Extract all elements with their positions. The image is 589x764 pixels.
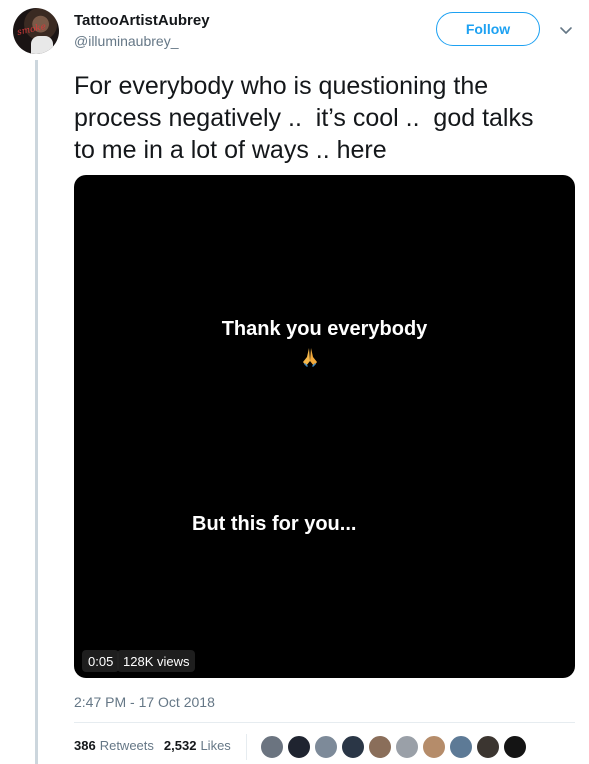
liker-avatar[interactable] bbox=[368, 735, 392, 759]
liker-avatar[interactable] bbox=[449, 735, 473, 759]
liker-avatar[interactable] bbox=[476, 735, 500, 759]
folded-hands-icon bbox=[303, 348, 317, 367]
tweet-timestamp[interactable]: 2:47 PM - 17 Oct 2018 bbox=[74, 694, 215, 710]
video-duration: 0:05 bbox=[82, 650, 120, 672]
liker-avatar[interactable] bbox=[395, 735, 419, 759]
author-handle[interactable]: @illuminaubrey_ bbox=[74, 33, 178, 49]
likers-avatars bbox=[260, 735, 530, 759]
liker-avatar[interactable] bbox=[503, 735, 527, 759]
liker-avatar[interactable] bbox=[260, 735, 284, 759]
divider bbox=[74, 722, 575, 723]
likes-label[interactable]: Likes bbox=[200, 738, 230, 753]
retweets-count[interactable]: 386 bbox=[74, 738, 96, 753]
author-avatar[interactable]: smoke bbox=[13, 8, 59, 54]
stats-separator bbox=[246, 734, 247, 760]
tweet-stats: 386 Retweets 2,532 Likes bbox=[74, 738, 231, 753]
retweets-label[interactable]: Retweets bbox=[100, 738, 154, 753]
liker-avatar[interactable] bbox=[422, 735, 446, 759]
author-name[interactable]: TattooArtistAubrey bbox=[74, 12, 210, 29]
video-caption-line2: But this for you... bbox=[192, 513, 357, 535]
likes-count[interactable]: 2,532 bbox=[164, 738, 197, 753]
video-views: 128K views bbox=[117, 650, 196, 672]
tweet-text: For everybody who is questioning the pro… bbox=[74, 72, 534, 164]
liker-avatar[interactable] bbox=[287, 735, 311, 759]
video-caption-line1: Thank you everybody bbox=[221, 318, 428, 340]
thread-line bbox=[35, 60, 38, 764]
liker-avatar[interactable] bbox=[314, 735, 338, 759]
liker-avatar[interactable] bbox=[341, 735, 365, 759]
video-player[interactable]: Thank you everybody But this for you... … bbox=[74, 175, 575, 678]
chevron-down-icon[interactable] bbox=[558, 22, 574, 38]
avatar-shirt bbox=[31, 36, 53, 54]
follow-button[interactable]: Follow bbox=[436, 12, 540, 46]
